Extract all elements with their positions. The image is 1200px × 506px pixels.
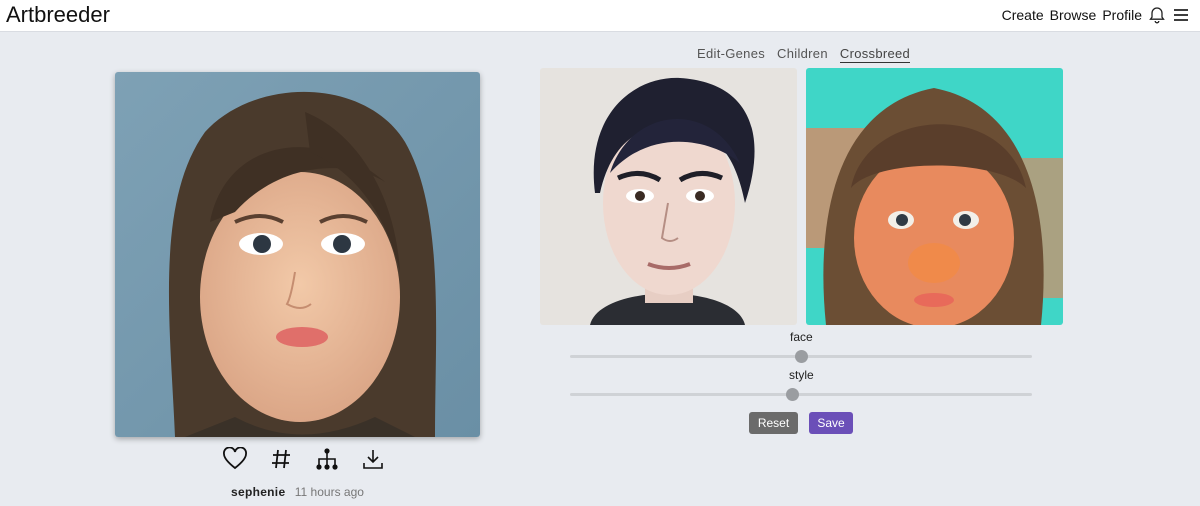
reset-button[interactable]: Reset bbox=[749, 412, 798, 434]
nav-profile[interactable]: Profile bbox=[1102, 7, 1142, 23]
hash-icon[interactable] bbox=[268, 446, 294, 472]
face-slider-label: face bbox=[790, 330, 813, 344]
bell-icon[interactable] bbox=[1148, 6, 1166, 24]
nav-browse[interactable]: Browse bbox=[1050, 7, 1097, 23]
parent-image-1[interactable] bbox=[540, 68, 797, 325]
style-slider[interactable] bbox=[570, 388, 1032, 401]
tree-icon[interactable] bbox=[314, 446, 340, 472]
face-slider-thumb[interactable] bbox=[795, 350, 808, 363]
save-button[interactable]: Save bbox=[809, 412, 853, 434]
logo[interactable]: Artbreeder bbox=[6, 2, 110, 28]
heart-icon[interactable] bbox=[222, 446, 248, 472]
style-slider-thumb[interactable] bbox=[785, 388, 799, 401]
main-nav: Create Browse Profile bbox=[1002, 6, 1190, 24]
menu-icon[interactable] bbox=[1172, 6, 1190, 24]
top-bar: Artbreeder Create Browse Profile bbox=[0, 0, 1200, 32]
download-icon[interactable] bbox=[360, 446, 386, 472]
face-slider[interactable] bbox=[570, 350, 1032, 363]
tab-crossbreed[interactable]: Crossbreed bbox=[839, 46, 911, 63]
style-slider-label: style bbox=[789, 368, 814, 382]
timestamp: 11 hours ago bbox=[294, 485, 364, 499]
main-portrait-image[interactable] bbox=[115, 72, 480, 437]
parent-image-2[interactable] bbox=[806, 68, 1063, 325]
image-meta: sephenie 11 hours ago bbox=[231, 485, 364, 499]
nav-create[interactable]: Create bbox=[1002, 7, 1044, 23]
editor-tabs: Edit-Genes Children Crossbreed bbox=[697, 46, 911, 63]
tab-edit-genes[interactable]: Edit-Genes bbox=[697, 46, 765, 63]
portrait-actions bbox=[222, 446, 386, 472]
username[interactable]: sephenie bbox=[231, 485, 285, 499]
tab-children[interactable]: Children bbox=[777, 46, 828, 63]
